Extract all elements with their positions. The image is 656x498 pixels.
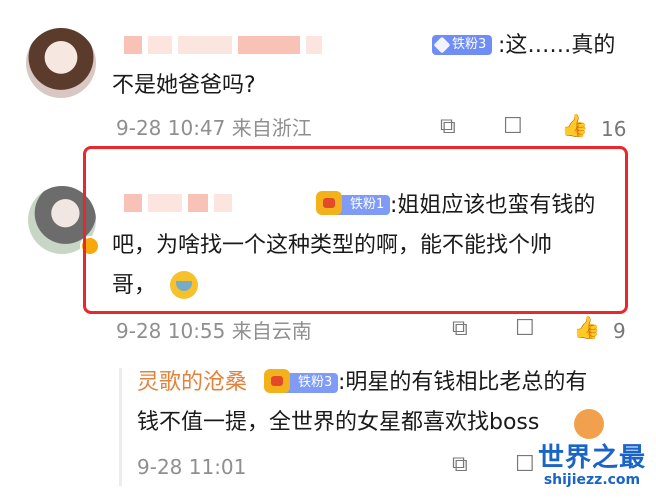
crown-icon — [316, 191, 342, 215]
watermark: 世界之最 shijiezz.com — [538, 444, 646, 488]
share-icon[interactable]: ⧉ — [452, 316, 468, 342]
like-count: 9 — [613, 319, 626, 343]
comment-text-line: 哥， — [112, 273, 157, 298]
share-icon[interactable]: ⧉ — [440, 114, 456, 140]
crying-emoji-icon — [170, 271, 198, 299]
masked-username[interactable] — [124, 192, 232, 214]
like-count: 16 — [601, 117, 627, 141]
comment-text-line: :姐姐应该也蛮有钱的 — [390, 193, 596, 218]
comment-time: 9-28 10:55 来自云南 — [116, 319, 312, 343]
comment-icon[interactable]: ☐ — [515, 452, 535, 478]
comment-icon[interactable]: ☐ — [503, 114, 523, 140]
thumbs-up-icon[interactable]: 👍 — [561, 114, 588, 140]
fan-badge: 铁粉1 — [316, 191, 391, 215]
avatar[interactable] — [26, 28, 96, 98]
watermark-url: shijiezz.com — [543, 472, 641, 488]
fan-badge: 铁粉3 — [264, 369, 339, 393]
comment-time: 9-28 10:47 来自浙江 — [116, 116, 312, 140]
crown-icon — [264, 369, 290, 393]
reply-author[interactable]: 灵歌的沧桑 — [137, 367, 247, 399]
masked-username[interactable] — [124, 34, 322, 56]
diamond-icon — [433, 36, 451, 54]
reply-indent-bar — [119, 368, 122, 486]
comment-text-line: :这……真的 — [498, 33, 616, 58]
share-icon[interactable]: ⧉ — [452, 452, 468, 478]
watermark-title: 世界之最 — [537, 443, 646, 473]
thumbs-up-icon[interactable]: 👍 — [573, 316, 600, 342]
cat-emoji-icon — [574, 409, 604, 439]
comment-text-line: 不是她爸爸吗? — [112, 73, 256, 98]
comment-text-line: 吧，为啥找一个这种类型的啊，能不能找个帅 — [112, 233, 553, 258]
comment-icon[interactable]: ☐ — [515, 316, 535, 342]
reply-text-line: :明星的有钱相比老总的有 — [338, 370, 588, 395]
fan-badge: 铁粉3 — [432, 35, 493, 55]
reply-time: 9-28 11:01 — [137, 455, 247, 479]
reply-text-line: 钱不值一提，全世界的女星都喜欢找boss — [137, 410, 540, 435]
